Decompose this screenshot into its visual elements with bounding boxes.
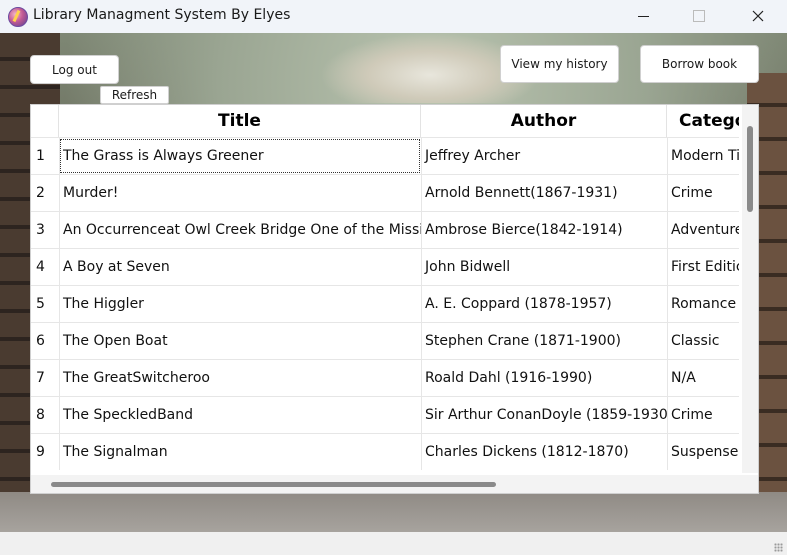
cell-author[interactable]: Roald Dahl (1916-1990) xyxy=(421,360,667,396)
books-table[interactable]: Title Author Catego 1 The Grass is Alway… xyxy=(30,104,759,494)
table-row[interactable]: 6 The Open Boat Stephen Crane (1871-1900… xyxy=(31,322,739,359)
cell-author[interactable]: Ambrose Bierce(1842-1914) xyxy=(421,212,667,248)
cell-category[interactable]: Suspense xyxy=(667,434,739,470)
horizontal-scrollbar[interactable] xyxy=(31,475,758,493)
table-header: Title Author Catego xyxy=(31,105,739,137)
cell-title[interactable]: The SpeckledBand xyxy=(59,397,421,433)
table-row[interactable]: 5 The Higgler A. E. Coppard (1878-1957) … xyxy=(31,285,739,322)
row-number[interactable]: 2 xyxy=(31,175,59,211)
row-number[interactable]: 9 xyxy=(31,434,59,470)
column-header-title[interactable]: Title xyxy=(59,105,421,137)
minimize-button[interactable] xyxy=(620,0,666,32)
cell-category[interactable]: Modern Ti xyxy=(667,138,739,174)
row-number[interactable]: 5 xyxy=(31,286,59,322)
table-body: Title Author Catego 1 The Grass is Alway… xyxy=(31,105,739,473)
column-header-author[interactable]: Author xyxy=(421,105,667,137)
cell-author[interactable]: A. E. Coppard (1878-1957) xyxy=(421,286,667,322)
cell-author[interactable]: Sir Arthur ConanDoyle (1859-1930) xyxy=(421,397,667,433)
table-row[interactable]: 9 The Signalman Charles Dickens (1812-18… xyxy=(31,433,739,470)
cell-category[interactable]: First Editic xyxy=(667,249,739,285)
cell-category[interactable]: Crime xyxy=(667,397,739,433)
table-row[interactable]: 3 An Occurrenceat Owl Creek Bridge One o… xyxy=(31,211,739,248)
table-row[interactable]: 4 A Boy at Seven John Bidwell First Edit… xyxy=(31,248,739,285)
app-logo-icon xyxy=(8,7,28,27)
cell-author[interactable]: Charles Dickens (1812-1870) xyxy=(421,434,667,470)
cell-title[interactable]: The Grass is Always Greener xyxy=(59,138,421,174)
cell-title[interactable]: Murder! xyxy=(59,175,421,211)
resize-grip-icon[interactable] xyxy=(774,543,783,552)
borrow-book-button[interactable]: Borrow book xyxy=(640,45,759,83)
cell-author[interactable]: Stephen Crane (1871-1900) xyxy=(421,323,667,359)
row-number[interactable]: 3 xyxy=(31,212,59,248)
table-row[interactable]: 7 The GreatSwitcheroo Roald Dahl (1916-1… xyxy=(31,359,739,396)
vertical-scroll-thumb[interactable] xyxy=(747,126,753,212)
maximize-button[interactable] xyxy=(676,0,722,32)
cell-category[interactable]: Romance xyxy=(667,286,739,322)
row-number[interactable]: 8 xyxy=(31,397,59,433)
cell-title[interactable]: The Signalman xyxy=(59,434,421,470)
floor xyxy=(0,492,787,532)
window-title: Library Managment System By Elyes xyxy=(33,7,291,23)
horizontal-scroll-thumb[interactable] xyxy=(51,482,496,487)
close-button[interactable] xyxy=(735,0,781,32)
table-row[interactable]: 2 Murder! Arnold Bennett(1867-1931) Crim… xyxy=(31,174,739,211)
cell-title[interactable]: A Boy at Seven xyxy=(59,249,421,285)
vertical-scrollbar[interactable] xyxy=(742,105,758,473)
cell-author[interactable]: John Bidwell xyxy=(421,249,667,285)
row-number[interactable]: 6 xyxy=(31,323,59,359)
corner-header[interactable] xyxy=(31,105,59,137)
cell-category[interactable]: Classic xyxy=(667,323,739,359)
close-icon xyxy=(752,10,764,22)
title-bar: Library Managment System By Elyes xyxy=(0,0,787,33)
table-row[interactable]: 1 The Grass is Always Greener Jeffrey Ar… xyxy=(31,137,739,174)
cell-title[interactable]: The Open Boat xyxy=(59,323,421,359)
cell-title[interactable]: The Higgler xyxy=(59,286,421,322)
cell-category[interactable]: Adventure xyxy=(667,212,739,248)
cell-author[interactable]: Arnold Bennett(1867-1931) xyxy=(421,175,667,211)
refresh-button[interactable]: Refresh xyxy=(100,86,169,104)
cell-category[interactable]: Crime xyxy=(667,175,739,211)
column-header-category[interactable]: Catego xyxy=(667,105,739,137)
cell-title[interactable]: An Occurrenceat Owl Creek Bridge One of … xyxy=(59,212,421,248)
maximize-icon xyxy=(693,10,705,22)
row-number[interactable]: 4 xyxy=(31,249,59,285)
row-number[interactable]: 1 xyxy=(31,138,59,174)
view-history-button[interactable]: View my history xyxy=(500,45,619,83)
logout-button[interactable]: Log out xyxy=(30,55,119,84)
cell-category[interactable]: N/A xyxy=(667,360,739,396)
cell-title[interactable]: The GreatSwitcheroo xyxy=(59,360,421,396)
cell-author[interactable]: Jeffrey Archer xyxy=(421,138,667,174)
table-row[interactable]: 8 The SpeckledBand Sir Arthur ConanDoyle… xyxy=(31,396,739,433)
row-number[interactable]: 7 xyxy=(31,360,59,396)
minimize-icon xyxy=(637,15,649,17)
status-bar xyxy=(0,532,787,555)
